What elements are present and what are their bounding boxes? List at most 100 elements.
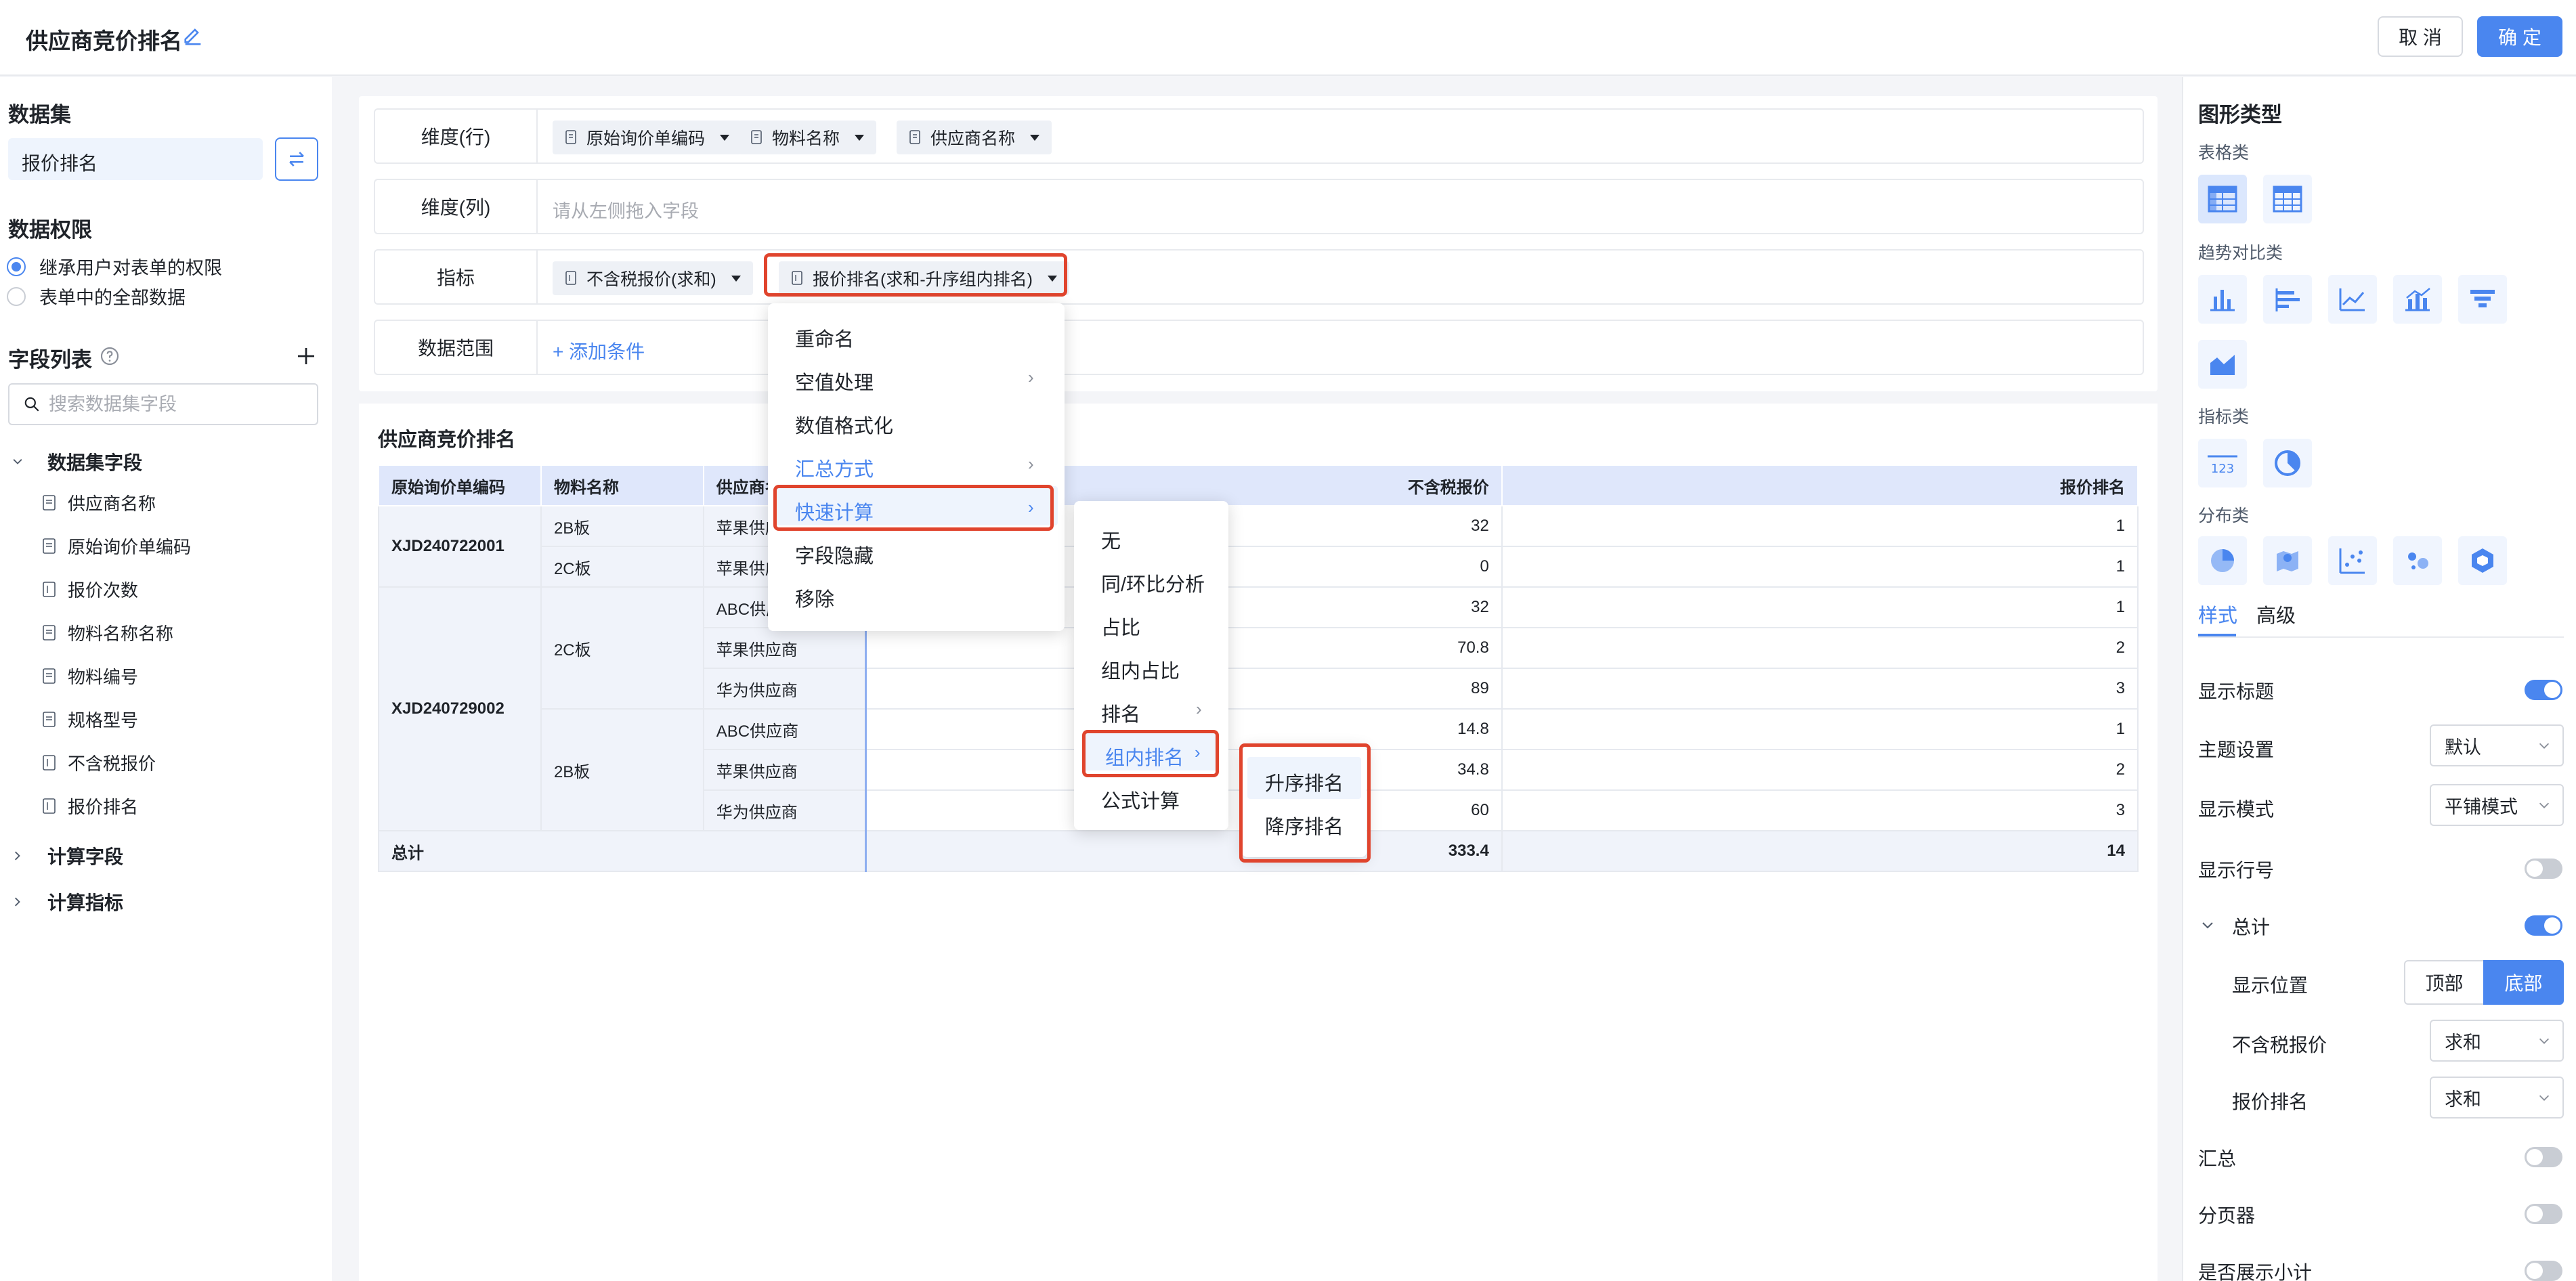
- row-field-pill[interactable]: 原始询价单编码: [553, 121, 742, 154]
- map-chart-icon[interactable]: [2263, 536, 2312, 585]
- pager-toggle[interactable]: [2525, 1204, 2562, 1224]
- chevron-down-icon[interactable]: [2199, 917, 2216, 933]
- permission-option-inherit[interactable]: 继承用户对表单的权限: [7, 253, 222, 280]
- total-price-cell: 333.4: [865, 830, 1503, 872]
- menu-item-rename[interactable]: 重命名: [795, 324, 854, 352]
- menu-item-yoy-mom[interactable]: 同/环比分析: [1101, 569, 1205, 597]
- header: 供应商竞价排名 取 消 确 定: [0, 0, 2576, 76]
- row-field-pill[interactable]: 供应商名称: [897, 121, 1052, 154]
- menu-item-number-format[interactable]: 数值格式化: [795, 410, 893, 439]
- price-agg-value: 求和: [2445, 1032, 2481, 1053]
- search-icon: [24, 397, 39, 412]
- switch-dataset-button[interactable]: [275, 137, 318, 181]
- tab-style[interactable]: 样式: [2198, 600, 2237, 628]
- tree-group-label: 计算指标: [47, 892, 124, 913]
- field-item[interactable]: 规格型号: [42, 707, 138, 732]
- tree-group-calc-fields[interactable]: 计算字段: [9, 842, 123, 869]
- dimension-field-icon: [751, 130, 762, 144]
- display-mode-select[interactable]: 平铺模式: [2430, 784, 2564, 826]
- rank-agg-select[interactable]: 求和: [2430, 1077, 2564, 1119]
- rows-dimension-row: 维度(行) 原始询价单编码 物料名称 供应商名称: [374, 108, 2144, 164]
- field-search-input[interactable]: [49, 393, 306, 415]
- dimension-field-icon: [43, 711, 56, 727]
- radio-unchecked-icon[interactable]: [7, 286, 26, 306]
- chevron-down-icon: [2539, 802, 2550, 808]
- gauge-chart-icon[interactable]: [2263, 439, 2312, 487]
- chevron-right-icon: [9, 849, 26, 863]
- subtotal-toggle[interactable]: [2525, 1261, 2562, 1281]
- display-mode-value: 平铺模式: [2445, 796, 2518, 817]
- field-item[interactable]: 物料名称名称: [42, 620, 173, 645]
- area-chart-icon[interactable]: [2198, 340, 2247, 389]
- chevron-right-icon: [9, 895, 26, 909]
- pie-chart-icon[interactable]: [2198, 536, 2247, 585]
- position-bottom-button[interactable]: 底部: [2483, 960, 2564, 1005]
- bar-line-combo-chart-icon[interactable]: [2393, 275, 2442, 324]
- quick-calc-submenu: 无 同/环比分析 占比 组内占比 排名 › 组内排名 › 公式计算: [1074, 501, 1228, 830]
- field-item[interactable]: 不含税报价: [42, 750, 156, 775]
- show-title-toggle[interactable]: [2525, 680, 2562, 700]
- tab-advanced[interactable]: 高级: [2256, 600, 2296, 628]
- confirm-button[interactable]: 确 定: [2477, 16, 2562, 57]
- measure-field-icon: [43, 581, 56, 597]
- menu-item-formula[interactable]: 公式计算: [1101, 785, 1180, 814]
- menu-item-remove[interactable]: 移除: [795, 584, 834, 612]
- tree-group-dataset-fields[interactable]: 数据集字段: [9, 448, 142, 475]
- menu-item-group-ratio[interactable]: 组内占比: [1101, 655, 1180, 684]
- field-item[interactable]: 供应商名称: [42, 490, 156, 515]
- menu-item-rank[interactable]: 排名: [1101, 699, 1140, 727]
- tree-group-calc-measures[interactable]: 计算指标: [9, 888, 123, 915]
- cross-table-chart-icon[interactable]: [2198, 175, 2247, 223]
- tree-group-label: 计算字段: [47, 846, 124, 867]
- price-agg-select[interactable]: 求和: [2430, 1020, 2564, 1062]
- permission-option-label: 表单中的全部数据: [39, 288, 186, 308]
- dataset-name[interactable]: 报价排名: [8, 138, 263, 180]
- metric-card-chart-icon[interactable]: 123: [2198, 439, 2247, 487]
- field-item[interactable]: 报价排名: [42, 794, 138, 819]
- rank-cell: 2: [1501, 627, 2139, 669]
- radio-checked-icon[interactable]: [7, 257, 26, 276]
- summary-toggle[interactable]: [2525, 1147, 2562, 1167]
- field-item[interactable]: 原始询价单编码: [42, 534, 191, 559]
- left-panel: 数据集 报价排名 数据权限 继承用户对表单的权限 表单中的全部数据 字段列表 搜…: [0, 77, 332, 1281]
- cancel-button[interactable]: 取 消: [2378, 16, 2463, 57]
- show-row-number-toggle[interactable]: [2525, 859, 2562, 879]
- edit-icon[interactable]: [181, 23, 205, 46]
- menu-item-hide-field[interactable]: 字段隐藏: [795, 540, 874, 569]
- menu-item-none[interactable]: 无: [1101, 525, 1121, 554]
- pill-label: 物料名称: [772, 129, 840, 148]
- menu-item-ratio[interactable]: 占比: [1101, 612, 1140, 640]
- horizontal-bar-chart-icon[interactable]: [2263, 275, 2312, 324]
- tab-active-indicator: [2198, 634, 2236, 636]
- field-item[interactable]: 报价次数: [42, 577, 138, 602]
- rank-agg-label: 报价排名: [2232, 1091, 2309, 1112]
- scatter-chart-icon[interactable]: [2328, 536, 2377, 585]
- funnel-chart-icon[interactable]: [2458, 275, 2507, 324]
- chevron-right-icon: ›: [1028, 367, 1034, 387]
- theme-select[interactable]: 默认: [2430, 724, 2564, 766]
- add-condition-link[interactable]: + 添加条件: [553, 337, 645, 364]
- field-search[interactable]: [8, 383, 318, 425]
- line-chart-icon[interactable]: [2328, 275, 2377, 324]
- rows-dimension-label: 维度(行): [375, 110, 538, 162]
- config-card: 维度(行) 原始询价单编码 物料名称 供应商名称 维度(列) 请从左侧拖入字段 …: [359, 96, 2158, 391]
- cols-dropzone[interactable]: 请从左侧拖入字段: [553, 196, 699, 223]
- total-toggle[interactable]: [2525, 915, 2562, 936]
- bar-chart-icon[interactable]: [2198, 275, 2247, 324]
- field-item[interactable]: 物料编号: [42, 664, 138, 689]
- bubble-chart-icon[interactable]: [2393, 536, 2442, 585]
- detail-table-chart-icon[interactable]: [2263, 175, 2312, 223]
- menu-item-aggregation[interactable]: 汇总方式: [795, 454, 874, 482]
- display-mode-label: 显示模式: [2198, 799, 2275, 820]
- help-icon[interactable]: [99, 345, 121, 367]
- position-top-button[interactable]: 顶部: [2404, 960, 2483, 1005]
- summary-label: 汇总: [2198, 1148, 2237, 1169]
- menu-item-null-handling[interactable]: 空值处理: [795, 367, 874, 395]
- permission-option-all[interactable]: 表单中的全部数据: [7, 283, 186, 309]
- add-field-icon[interactable]: [294, 344, 318, 368]
- caret-down-icon: [855, 134, 865, 141]
- rank-cell: 1: [1501, 586, 2139, 628]
- measure-field-pill[interactable]: 不含税报价(求和): [553, 261, 753, 295]
- radar-chart-icon[interactable]: [2458, 536, 2507, 585]
- row-field-pill[interactable]: 物料名称: [738, 121, 877, 154]
